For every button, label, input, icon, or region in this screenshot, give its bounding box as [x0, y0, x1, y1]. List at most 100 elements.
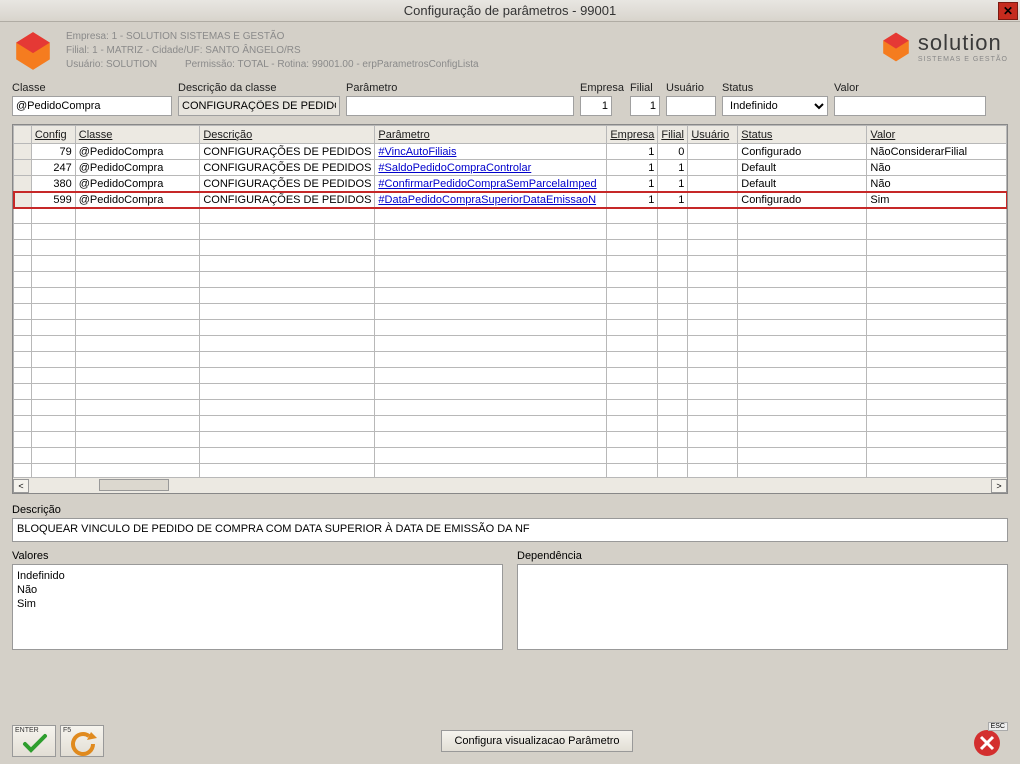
- row-selector[interactable]: [14, 192, 32, 208]
- cell-status: Configurado: [738, 192, 867, 208]
- valores-panel[interactable]: IndefinidoNãoSim: [12, 564, 503, 650]
- table-row[interactable]: [14, 256, 1007, 272]
- status-select[interactable]: IndefinidoConfiguradoDefault: [722, 96, 828, 116]
- grid-header-param[interactable]: Parâmetro: [375, 126, 607, 144]
- brand-tagline: SISTEMAS E GESTÃO: [918, 56, 1008, 63]
- cell-desc: CONFIGURAÇÕES DE PEDIDOS: [200, 160, 375, 176]
- table-row[interactable]: [14, 368, 1007, 384]
- window-title: Configuração de parâmetros - 99001: [404, 3, 616, 18]
- table-row[interactable]: 380@PedidoCompraCONFIGURAÇÕES DE PEDIDOS…: [14, 176, 1007, 192]
- scroll-left-icon[interactable]: <: [13, 479, 29, 493]
- esc-tag: ESC: [988, 722, 1008, 731]
- grid-header-usuario[interactable]: Usuário: [688, 126, 738, 144]
- param-link[interactable]: #VincAutoFiliais: [378, 146, 456, 158]
- cell-usuario: [688, 192, 738, 208]
- filial-input[interactable]: [630, 96, 660, 116]
- empresa-label: Empresa: [580, 82, 624, 94]
- grid-header-config[interactable]: Config: [31, 126, 75, 144]
- empresa-input[interactable]: [580, 96, 612, 116]
- descricao-value: BLOQUEAR VINCULO DE PEDIDO DE COMPRA COM…: [12, 518, 1008, 542]
- cell-filial: 1: [658, 160, 688, 176]
- param-input[interactable]: [346, 96, 574, 116]
- usuario-label: Usuário: [666, 82, 716, 94]
- cell-filial: 1: [658, 192, 688, 208]
- cell-usuario: [688, 160, 738, 176]
- grid[interactable]: ConfigClasseDescriçãoParâmetroEmpresaFil…: [12, 124, 1008, 494]
- table-row[interactable]: 79@PedidoCompraCONFIGURAÇÕES DE PEDIDOS#…: [14, 144, 1007, 160]
- configura-visualizacao-button[interactable]: Configura visualizacao Parâmetro: [441, 730, 632, 752]
- header-line2: Filial: 1 - MATRIZ - Cidade/UF: SANTO ÂN…: [66, 44, 880, 58]
- grid-header-valor[interactable]: Valor: [867, 126, 1007, 144]
- table-row[interactable]: 247@PedidoCompraCONFIGURAÇÕES DE PEDIDOS…: [14, 160, 1007, 176]
- table-row[interactable]: [14, 352, 1007, 368]
- cell-status: Configurado: [738, 144, 867, 160]
- esc-button[interactable]: ESC: [970, 724, 1008, 758]
- valor-input[interactable]: [834, 96, 986, 116]
- cell-status: Default: [738, 176, 867, 192]
- horizontal-scrollbar[interactable]: < >: [13, 477, 1007, 493]
- scroll-thumb[interactable]: [99, 479, 169, 491]
- table-row[interactable]: [14, 272, 1007, 288]
- descricao-section: Descrição BLOQUEAR VINCULO DE PEDIDO DE …: [12, 504, 1008, 542]
- row-selector[interactable]: [14, 144, 32, 160]
- cell-valor: NãoConsiderarFilial: [867, 144, 1007, 160]
- cell-config: 247: [31, 160, 75, 176]
- row-selector[interactable]: [14, 160, 32, 176]
- cell-valor: Não: [867, 160, 1007, 176]
- grid-header-empresa[interactable]: Empresa: [607, 126, 658, 144]
- cell-config: 599: [31, 192, 75, 208]
- table-row[interactable]: [14, 320, 1007, 336]
- cell-desc: CONFIGURAÇÕES DE PEDIDOS: [200, 192, 375, 208]
- titlebar: Configuração de parâmetros - 99001 ✕: [0, 0, 1020, 22]
- footer: ENTER F5 Configura visualizacao Parâmetr…: [0, 724, 1020, 758]
- grid-header-desc[interactable]: Descrição: [200, 126, 375, 144]
- param-label: Parâmetro: [346, 82, 574, 94]
- cell-desc: CONFIGURAÇÕES DE PEDIDOS: [200, 144, 375, 160]
- table-row[interactable]: [14, 432, 1007, 448]
- table-row[interactable]: [14, 208, 1007, 224]
- table-row[interactable]: [14, 384, 1007, 400]
- grid-header-status[interactable]: Status: [738, 126, 867, 144]
- scroll-right-icon[interactable]: >: [991, 479, 1007, 493]
- enter-button[interactable]: ENTER: [12, 725, 56, 757]
- table-row[interactable]: [14, 400, 1007, 416]
- table-row[interactable]: [14, 224, 1007, 240]
- cell-classe: @PedidoCompra: [75, 160, 200, 176]
- desc-classe-input: [178, 96, 340, 116]
- table-row[interactable]: [14, 240, 1007, 256]
- descricao-label: Descrição: [12, 504, 1008, 516]
- classe-input[interactable]: [12, 96, 172, 116]
- param-link[interactable]: #DataPedidoCompraSuperiorDataEmissaoN: [378, 194, 596, 206]
- cell-config: 380: [31, 176, 75, 192]
- row-selector[interactable]: [14, 176, 32, 192]
- f5-button[interactable]: F5: [60, 725, 104, 757]
- app-logo-icon: [12, 30, 54, 72]
- table-row[interactable]: [14, 288, 1007, 304]
- valor-label: Valor: [834, 82, 986, 94]
- grid-header-classe[interactable]: Classe: [75, 126, 200, 144]
- table-row[interactable]: [14, 336, 1007, 352]
- classe-label: Classe: [12, 82, 172, 94]
- cell-classe: @PedidoCompra: [75, 176, 200, 192]
- cell-valor: Não: [867, 176, 1007, 192]
- list-item[interactable]: Não: [17, 583, 498, 597]
- filter-row: Classe Descrição da classe Parâmetro Emp…: [0, 76, 1020, 120]
- list-item[interactable]: Sim: [17, 597, 498, 611]
- cell-usuario: [688, 144, 738, 160]
- header-perm: Permissão: TOTAL - Rotina: 99001.00 - er…: [185, 59, 479, 70]
- table-row[interactable]: [14, 448, 1007, 464]
- usuario-input[interactable]: [666, 96, 716, 116]
- brand-logo: solution SISTEMAS E GESTÃO: [880, 30, 1008, 63]
- param-link[interactable]: #SaldoPedidoCompraControlar: [378, 162, 531, 174]
- table-row[interactable]: [14, 304, 1007, 320]
- table-row[interactable]: 599@PedidoCompraCONFIGURAÇÕES DE PEDIDOS…: [14, 192, 1007, 208]
- f5-tag: F5: [63, 727, 71, 734]
- close-button[interactable]: ✕: [998, 2, 1018, 20]
- enter-tag: ENTER: [15, 727, 39, 734]
- brand-name: solution: [918, 30, 1008, 56]
- grid-header-filial[interactable]: Filial: [658, 126, 688, 144]
- list-item[interactable]: Indefinido: [17, 569, 498, 583]
- table-row[interactable]: [14, 416, 1007, 432]
- header-user: Usuário: SOLUTION: [66, 59, 157, 70]
- param-link[interactable]: #ConfirmarPedidoCompraSemParcelaImped: [378, 178, 596, 190]
